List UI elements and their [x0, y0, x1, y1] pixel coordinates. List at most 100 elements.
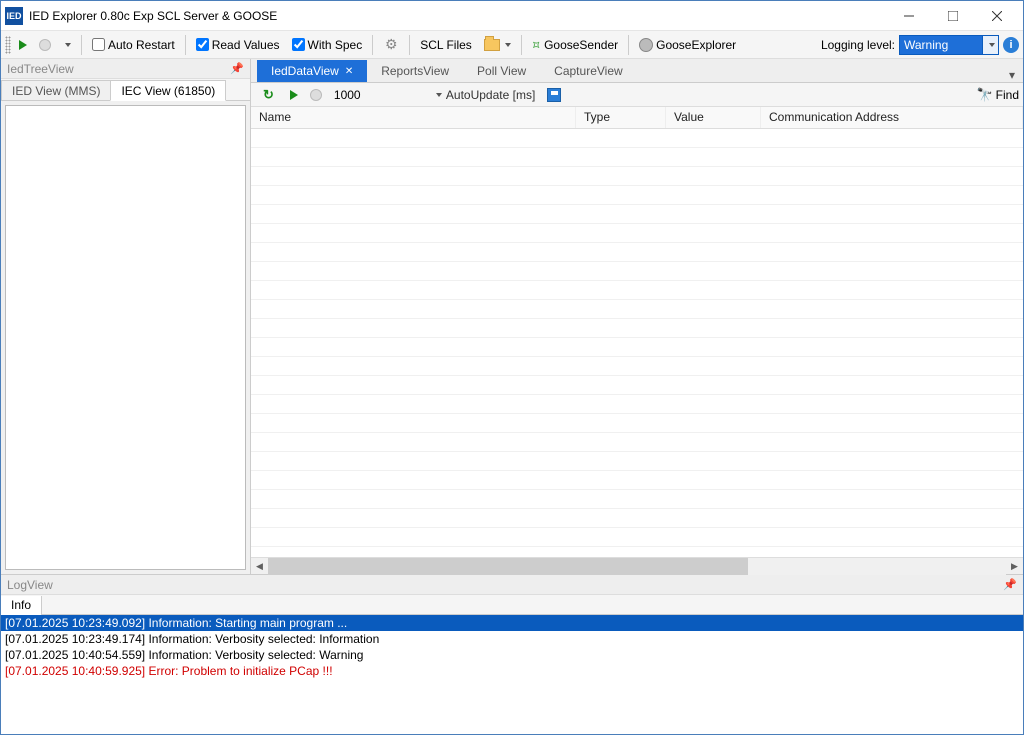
- grid-row: [251, 300, 1023, 319]
- tab-reports-view[interactable]: ReportsView: [367, 60, 463, 82]
- grid-row: [251, 414, 1023, 433]
- folder-icon: [484, 39, 500, 51]
- grid-row: [251, 224, 1023, 243]
- close-icon[interactable]: ✕: [345, 66, 353, 77]
- grid-body[interactable]: [251, 129, 1023, 557]
- globe-icon: [639, 38, 653, 52]
- grid-row: [251, 528, 1023, 547]
- autoupdate-label: AutoUpdate [ms]: [446, 88, 535, 102]
- logging-level-combo[interactable]: Warning: [899, 35, 999, 55]
- save-button[interactable]: [543, 86, 565, 104]
- separator: [81, 35, 82, 55]
- col-value[interactable]: Value: [666, 107, 761, 128]
- grid-row: [251, 281, 1023, 300]
- auto-restart-input[interactable]: [92, 38, 105, 51]
- grid-row: [251, 433, 1023, 452]
- separator: [628, 35, 629, 55]
- logging-level-value: Warning: [900, 36, 982, 54]
- log-list[interactable]: [07.01.2025 10:23:49.092] Information: S…: [1, 615, 1023, 734]
- tree-tabs: IED View (MMS) IEC View (61850): [1, 79, 250, 101]
- read-values-label: Read Values: [212, 38, 280, 52]
- col-type[interactable]: Type: [576, 107, 666, 128]
- chevron-down-icon: [989, 43, 995, 47]
- tree-pane-title: IedTreeView: [7, 62, 74, 76]
- grid-row: [251, 490, 1023, 509]
- log-pane: LogView 📌 Info [07.01.2025 10:23:49.092]…: [1, 574, 1023, 734]
- horizontal-scrollbar[interactable]: ◀ ▶: [251, 557, 1023, 574]
- close-button[interactable]: [975, 2, 1019, 30]
- auto-restart-checkbox[interactable]: Auto Restart: [88, 36, 179, 54]
- separator: [372, 35, 373, 55]
- interval-input[interactable]: [330, 86, 430, 104]
- with-spec-checkbox[interactable]: With Spec: [288, 36, 367, 54]
- scroll-right-button[interactable]: ▶: [1006, 558, 1023, 575]
- find-label: Find: [996, 88, 1019, 102]
- tab-poll-view[interactable]: Poll View: [463, 60, 540, 82]
- close-icon: [992, 11, 1002, 21]
- find-button[interactable]: 🔭 Find: [976, 87, 1019, 103]
- goose-sender-label: GooseSender: [544, 38, 618, 52]
- maximize-button[interactable]: [931, 2, 975, 30]
- pin-button[interactable]: 📌: [1003, 578, 1017, 591]
- chevron-down-icon[interactable]: [436, 93, 442, 97]
- grid-row: [251, 129, 1023, 148]
- with-spec-label: With Spec: [308, 38, 363, 52]
- play-icon: [290, 90, 298, 100]
- tab-iec-view-61850[interactable]: IEC View (61850): [110, 80, 226, 101]
- log-line[interactable]: [07.01.2025 10:40:54.559] Information: V…: [1, 647, 1023, 663]
- tab-capture-view[interactable]: CaptureView: [540, 60, 636, 82]
- grid-row: [251, 395, 1023, 414]
- grid-row: [251, 452, 1023, 471]
- tab-ied-data-view[interactable]: IedDataView ✕: [257, 60, 367, 82]
- refresh-icon: ↻: [263, 87, 274, 103]
- refresh-button[interactable]: ↻: [259, 85, 278, 105]
- grid-row: [251, 319, 1023, 338]
- log-line[interactable]: [07.01.2025 10:23:49.174] Information: V…: [1, 631, 1023, 647]
- settings-button[interactable]: ⚙: [379, 35, 403, 55]
- read-values-input[interactable]: [196, 38, 209, 51]
- chevron-down-icon: [65, 43, 71, 47]
- scl-open-button[interactable]: [480, 37, 515, 53]
- scroll-left-button[interactable]: ◀: [251, 558, 268, 575]
- tree-view[interactable]: [5, 105, 246, 570]
- separator: [521, 35, 522, 55]
- grid-row: [251, 376, 1023, 395]
- scroll-thumb[interactable]: [268, 558, 748, 575]
- tab-label: IedDataView: [271, 64, 339, 78]
- grid-row: [251, 262, 1023, 281]
- grid-row: [251, 357, 1023, 376]
- play-icon: [19, 40, 27, 50]
- play-button[interactable]: [286, 88, 302, 102]
- document-pane: IedDataView ✕ ReportsView Poll View Capt…: [251, 59, 1023, 574]
- run-button[interactable]: [15, 38, 31, 52]
- wifi-icon: ⟡: [527, 35, 546, 54]
- info-button[interactable]: i: [1003, 37, 1019, 53]
- toolbar-grip[interactable]: [5, 36, 11, 54]
- save-icon: [547, 88, 561, 102]
- col-name[interactable]: Name: [251, 107, 576, 128]
- tab-ied-view-mms[interactable]: IED View (MMS): [1, 80, 111, 101]
- tree-pane-header: IedTreeView 📌: [1, 59, 250, 79]
- scroll-track[interactable]: [268, 558, 1006, 575]
- tab-info[interactable]: Info: [1, 596, 42, 615]
- record-button[interactable]: [306, 87, 326, 103]
- combo-arrow[interactable]: [982, 36, 998, 54]
- binoculars-icon: 🔭: [976, 87, 992, 103]
- log-line[interactable]: [07.01.2025 10:23:49.092] Information: S…: [1, 615, 1023, 631]
- run-dropdown[interactable]: [59, 41, 75, 49]
- tabs-overflow-button[interactable]: ▾: [1001, 68, 1023, 82]
- goose-explorer-button[interactable]: GooseExplorer: [635, 36, 740, 54]
- log-line[interactable]: [07.01.2025 10:40:59.925] Error: Problem…: [1, 663, 1023, 679]
- grid-header: Name Type Value Communication Address: [251, 107, 1023, 129]
- minimize-button[interactable]: [887, 2, 931, 30]
- grid-row: [251, 167, 1023, 186]
- pin-button[interactable]: 📌: [230, 62, 244, 75]
- grid-row: [251, 205, 1023, 224]
- goose-explorer-label: GooseExplorer: [656, 38, 736, 52]
- log-pane-header: LogView 📌: [1, 575, 1023, 595]
- col-comm-address[interactable]: Communication Address: [761, 107, 1023, 128]
- read-values-checkbox[interactable]: Read Values: [192, 36, 284, 54]
- goose-sender-button[interactable]: ⟡ GooseSender: [528, 34, 622, 55]
- with-spec-input[interactable]: [292, 38, 305, 51]
- stop-button[interactable]: [35, 37, 55, 53]
